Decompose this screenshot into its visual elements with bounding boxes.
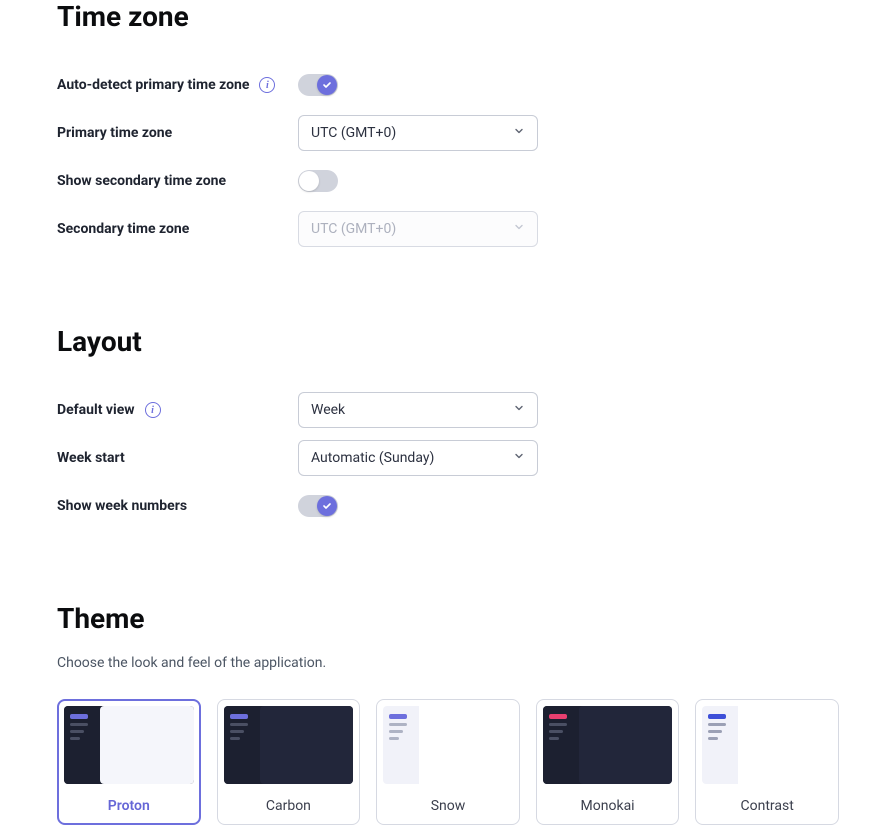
row-primary-tz: Primary time zone UTC (GMT+0) — [57, 109, 839, 157]
checkmark-icon — [322, 80, 332, 90]
theme-thumb — [543, 706, 673, 784]
chevron-down-icon — [513, 221, 525, 237]
label-show-secondary-text: Show secondary time zone — [57, 173, 226, 189]
chevron-down-icon — [513, 125, 525, 141]
toggle-week-numbers[interactable] — [298, 495, 338, 517]
info-icon[interactable]: i — [145, 402, 161, 418]
select-value: Automatic (Sunday) — [311, 450, 434, 466]
label-default-view: Default view i — [57, 402, 298, 418]
label-auto-detect-text: Auto-detect primary time zone — [57, 77, 249, 93]
row-show-secondary: Show secondary time zone — [57, 157, 839, 205]
section-title-theme: Theme — [57, 602, 839, 635]
theme-name: Proton — [108, 798, 150, 814]
theme-name: Carbon — [266, 798, 311, 814]
select-secondary-tz: UTC (GMT+0) — [298, 211, 538, 247]
select-value: Week — [311, 402, 345, 418]
row-week-start: Week start Automatic (Sunday) — [57, 434, 839, 482]
section-timezone: Time zone Auto-detect primary time zone … — [0, 0, 896, 253]
label-secondary-tz-text: Secondary time zone — [57, 221, 189, 237]
select-value: UTC (GMT+0) — [311, 125, 396, 141]
label-primary-tz-text: Primary time zone — [57, 125, 172, 141]
toggle-show-secondary[interactable] — [298, 170, 338, 192]
theme-card-contrast[interactable]: Contrast — [695, 699, 839, 825]
row-auto-detect: Auto-detect primary time zone i — [57, 61, 839, 109]
row-week-numbers: Show week numbers — [57, 482, 839, 530]
label-week-start: Week start — [57, 450, 298, 466]
label-secondary-tz: Secondary time zone — [57, 221, 298, 237]
section-theme: Theme Choose the look and feel of the ap… — [0, 602, 896, 825]
theme-card-carbon[interactable]: Carbon — [217, 699, 361, 825]
info-icon[interactable]: i — [259, 77, 275, 93]
section-title-layout: Layout — [57, 325, 839, 358]
theme-card-monokai[interactable]: Monokai — [536, 699, 680, 825]
theme-name: Contrast — [741, 798, 794, 814]
label-show-secondary: Show secondary time zone — [57, 173, 298, 189]
theme-options: Proton Carbon Snow Monokai — [57, 699, 839, 825]
section-layout: Layout Default view i Week Week start Au… — [0, 325, 896, 530]
theme-thumb — [383, 706, 513, 784]
theme-card-proton[interactable]: Proton — [57, 699, 201, 825]
label-week-numbers-text: Show week numbers — [57, 498, 187, 514]
label-default-view-text: Default view — [57, 402, 135, 418]
label-primary-tz: Primary time zone — [57, 125, 298, 141]
label-week-numbers: Show week numbers — [57, 498, 298, 514]
row-secondary-tz: Secondary time zone UTC (GMT+0) — [57, 205, 839, 253]
checkmark-icon — [322, 501, 332, 511]
theme-name: Monokai — [581, 798, 635, 814]
theme-thumb — [224, 706, 354, 784]
theme-description: Choose the look and feel of the applicat… — [57, 655, 839, 671]
select-default-view[interactable]: Week — [298, 392, 538, 428]
chevron-down-icon — [513, 450, 525, 466]
row-default-view: Default view i Week — [57, 386, 839, 434]
section-title-timezone: Time zone — [57, 0, 839, 33]
theme-name: Snow — [431, 798, 466, 814]
select-primary-tz[interactable]: UTC (GMT+0) — [298, 115, 538, 151]
label-auto-detect: Auto-detect primary time zone i — [57, 77, 298, 93]
toggle-auto-detect[interactable] — [298, 74, 338, 96]
chevron-down-icon — [513, 402, 525, 418]
label-week-start-text: Week start — [57, 450, 125, 466]
select-week-start[interactable]: Automatic (Sunday) — [298, 440, 538, 476]
theme-thumb — [64, 706, 194, 784]
theme-thumb — [702, 706, 832, 784]
select-value: UTC (GMT+0) — [311, 221, 396, 237]
theme-card-snow[interactable]: Snow — [376, 699, 520, 825]
